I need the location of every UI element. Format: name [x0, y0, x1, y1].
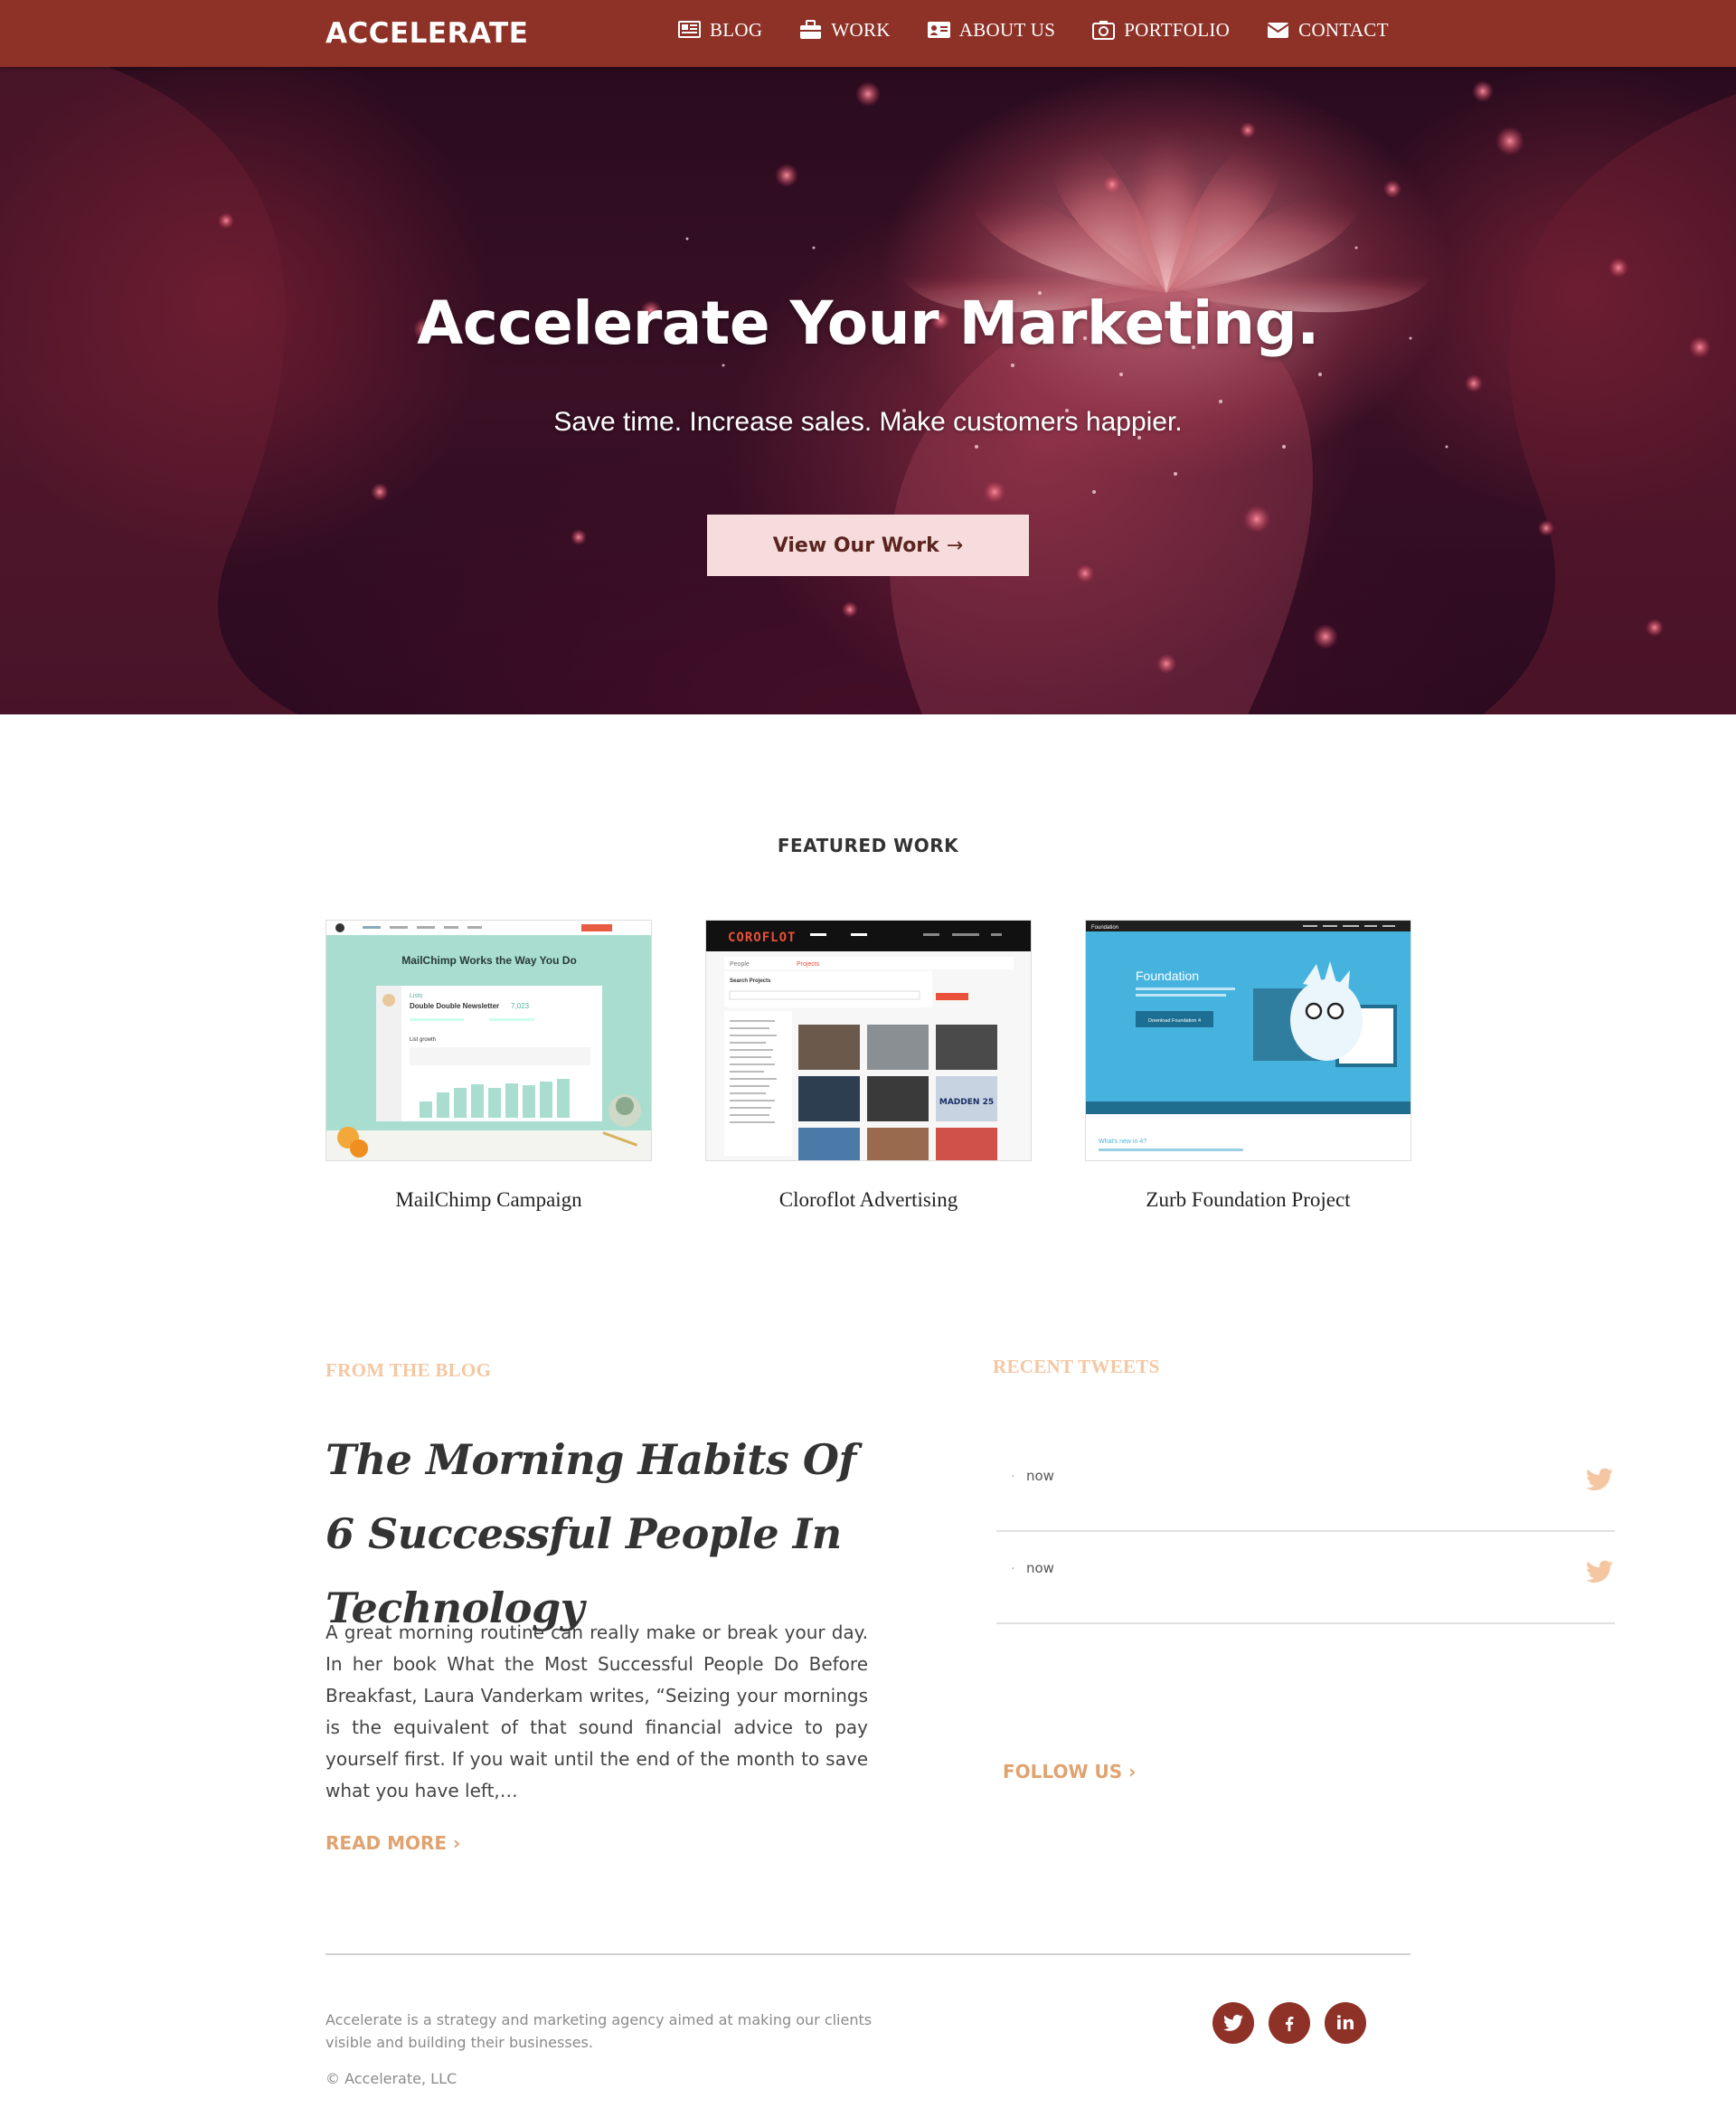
recent-tweets-label: RECENT TWEETS [993, 1356, 1160, 1377]
facebook-icon [1285, 2016, 1294, 2032]
foundation-download-button: Download Foundation 4 [1148, 1018, 1201, 1024]
coroflot-badge: MADDEN 25 [939, 1098, 994, 1107]
nav-label-blog: BLOG [710, 18, 763, 41]
coroflot-search-label: Search Projects [730, 978, 771, 984]
work-caption-coroflot[interactable]: Cloroflot Advertising [705, 1188, 1032, 1212]
briefcase-icon [798, 20, 823, 40]
from-the-blog-label: FROM THE BLOG [326, 1359, 492, 1381]
footer-about-text: Accelerate is a strategy and marketing a… [326, 2011, 873, 2051]
tweet-timestamp[interactable]: now [1026, 1468, 1054, 1484]
coroflot-tab-projects: Projects [797, 961, 820, 968]
tweet-bullet: · [1011, 1468, 1015, 1482]
featured-work-heading: FEATURED WORK [777, 835, 959, 856]
nav-label-about-us: ABOUT US [958, 18, 1056, 41]
tweet-item[interactable]: · now [996, 1448, 1615, 1532]
foundation-footer-title: What's new in 4? [1099, 1139, 1146, 1145]
blog-post-title[interactable]: The Morning Habits Of 6 Successful Peopl… [326, 1423, 886, 1645]
work-thumbnail-zurb-foundation[interactable]: Foundation Foundation Download Foundatio… [1085, 920, 1411, 1161]
work-caption-zurb-foundation[interactable]: Zurb Foundation Project [1085, 1188, 1411, 1212]
nav-label-portfolio: PORTFOLIO [1124, 18, 1231, 41]
nav-label-contact: CONTACT [1298, 18, 1389, 41]
tweet-bullet: · [1011, 1560, 1015, 1574]
nav-item-work[interactable]: WORK [798, 19, 890, 42]
read-more-link[interactable]: READ MORE › [326, 1832, 460, 1854]
follow-us-link[interactable]: FOLLOW US › [1003, 1761, 1136, 1782]
hero-background-image [0, 67, 1736, 714]
work-card-mailchimp[interactable]: MailChimp Works the Way You Do Lists Dou… [326, 920, 652, 1212]
hero-subtitle: Save time. Increase sales. Make customer… [553, 407, 1183, 437]
arrow-right-icon: → [946, 534, 964, 557]
mailchimp-panel-tag: Lists [410, 993, 423, 999]
foundation-screenshot: Foundation Foundation Download Foundatio… [1086, 921, 1410, 1160]
work-thumbnail-coroflot[interactable]: COROFLOT People Projects Search Projects… [705, 920, 1032, 1161]
nav-item-portfolio[interactable]: PORTFOLIO [1091, 19, 1230, 42]
foundation-nav-brand: Foundation [1091, 925, 1118, 931]
tweet-item[interactable]: · now [996, 1540, 1615, 1624]
main-nav: BLOG WORK ABOUT US PORTFOLIO CONTACT [677, 0, 1389, 60]
id-card-icon [927, 20, 951, 40]
nav-item-about-us[interactable]: ABOUT US [927, 19, 1055, 42]
nav-item-blog[interactable]: BLOG [677, 19, 762, 42]
tweet-timestamp[interactable]: now [1026, 1560, 1054, 1576]
hero-title: Accelerate Your Marketing. [417, 288, 1319, 358]
coroflot-screenshot: COROFLOT People Projects Search Projects… [706, 921, 1031, 1160]
view-our-work-label: View Our Work [772, 534, 939, 557]
envelope-icon [1266, 20, 1290, 40]
site-logo[interactable]: ACCELERATE [326, 17, 528, 50]
work-card-zurb-foundation[interactable]: Foundation Foundation Download Foundatio… [1085, 920, 1411, 1212]
twitter-bird-icon[interactable] [1586, 1468, 1613, 1491]
view-our-work-button[interactable]: View Our Work → [707, 515, 1029, 576]
nav-item-contact[interactable]: CONTACT [1266, 19, 1389, 42]
mailchimp-chart-label: List growth [410, 1037, 436, 1043]
facebook-button[interactable] [1269, 2002, 1310, 2044]
mailchimp-panel-title: Double Double Newsletter [410, 1002, 499, 1010]
linkedin-button[interactable]: in [1325, 2002, 1366, 2044]
work-card-coroflot[interactable]: COROFLOT People Projects Search Projects… [705, 920, 1032, 1212]
foundation-title: Foundation [1136, 969, 1199, 983]
twitter-button[interactable] [1212, 2002, 1254, 2044]
nav-label-work: WORK [831, 18, 891, 41]
coroflot-brand: COROFLOT [728, 931, 796, 945]
coroflot-tab-people: People [730, 961, 750, 968]
camera-icon [1091, 20, 1116, 40]
mailchimp-screenshot: MailChimp Works the Way You Do Lists Dou… [326, 921, 651, 1160]
mailchimp-headline: MailChimp Works the Way You Do [401, 954, 577, 967]
twitter-bird-icon[interactable] [1586, 1560, 1613, 1583]
hero-banner: Accelerate Your Marketing. Save time. In… [0, 67, 1736, 714]
twitter-icon [1223, 2014, 1243, 2031]
work-caption-mailchimp[interactable]: MailChimp Campaign [326, 1188, 652, 1212]
newspaper-icon [677, 20, 702, 40]
site-header: ACCELERATE BLOG WORK ABOUT US PORTFOLIO [0, 0, 1736, 67]
linkedin-icon: in [1335, 2012, 1355, 2034]
work-thumbnail-mailchimp[interactable]: MailChimp Works the Way You Do Lists Dou… [326, 920, 652, 1161]
footer-divider [326, 1953, 1410, 1955]
footer-copyright: © Accelerate, LLC [326, 2070, 458, 2087]
blog-post-excerpt: A great morning routine can really make … [326, 1621, 868, 1801]
mailchimp-panel-value: 7,023 [511, 1002, 530, 1010]
